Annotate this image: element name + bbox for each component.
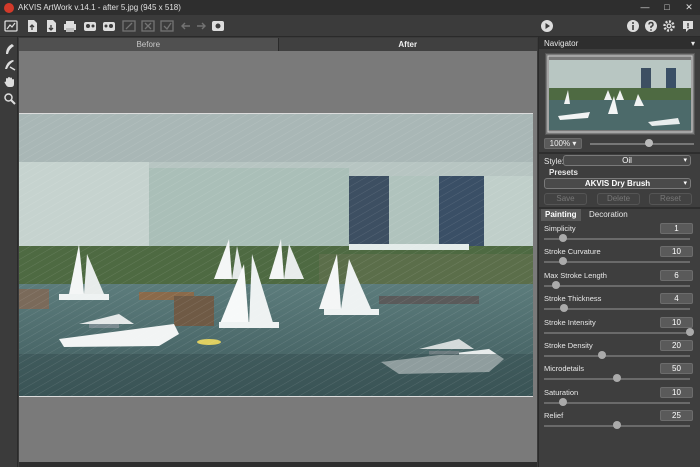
param-stroke-density: Stroke Density 20: [544, 340, 696, 362]
param-label: Stroke Density: [544, 341, 593, 350]
batch-icon[interactable]: [122, 19, 136, 33]
settings-icon[interactable]: [662, 19, 676, 33]
param-relief: Relief 25: [544, 410, 696, 432]
param-slider-knob[interactable]: [686, 327, 694, 336]
help-icon[interactable]: [644, 19, 658, 33]
param-slider-knob[interactable]: [598, 351, 607, 359]
horizontal-scrollbar[interactable]: [19, 462, 537, 467]
title-bar: AKVIS ArtWork v.14.1 - after 5.jpg (945 …: [0, 0, 700, 15]
app-logo-icon: [4, 2, 14, 13]
param-value-field[interactable]: 25: [660, 410, 693, 422]
image-canvas[interactable]: [19, 51, 537, 464]
param-max-stroke-length: Max Stroke Length 6: [544, 269, 696, 292]
param-slider-knob[interactable]: [558, 234, 567, 242]
param-label: Max Stroke Length: [544, 270, 607, 280]
param-value-field[interactable]: 6: [660, 269, 693, 281]
param-stroke-thickness: Stroke Thickness 4: [544, 293, 696, 315]
param-label: Stroke Curvature: [544, 247, 601, 257]
param-slider[interactable]: [544, 355, 690, 357]
style-label: Style:: [544, 157, 565, 166]
settings-tabs: Painting Decoration: [539, 209, 700, 221]
save-preset-button[interactable]: Save: [544, 193, 587, 205]
save-icon[interactable]: [44, 19, 58, 33]
run-icon[interactable]: [540, 19, 554, 33]
view-tabs: Before After: [19, 38, 537, 51]
presets-label: Presets: [549, 168, 578, 177]
param-saturation: Saturation 10: [544, 386, 696, 409]
import-strokes-icon[interactable]: [83, 19, 97, 33]
chevron-down-icon: ▾: [683, 157, 687, 164]
strokes-tool-icon[interactable]: [3, 58, 16, 71]
reset-preset-button[interactable]: Reset: [649, 193, 692, 205]
param-slider-knob[interactable]: [613, 374, 621, 383]
chevron-down-icon: ▾: [683, 180, 687, 187]
param-slider-knob[interactable]: [558, 397, 567, 406]
style-row: Style: Oil ▾: [544, 155, 696, 167]
direction-tool-icon[interactable]: [3, 42, 16, 55]
param-label: Microdetails: [544, 364, 585, 374]
undo-all-icon[interactable]: [141, 19, 155, 33]
divider: [539, 152, 700, 154]
navigator-preview[interactable]: [545, 53, 695, 135]
param-slider-knob[interactable]: [613, 421, 621, 430]
navigator-title: Navigator: [544, 38, 579, 48]
param-label: Saturation: [544, 387, 579, 397]
close-button[interactable]: ✕: [678, 0, 700, 15]
main-toolbar: [0, 15, 700, 37]
param-slider[interactable]: [544, 331, 690, 334]
zoom-control: 100% ▾: [544, 138, 696, 150]
param-label: Stroke Thickness: [544, 294, 602, 304]
navigator-header: Navigator ▾: [539, 37, 700, 49]
preset-dropdown[interactable]: AKVIS Dry Brush ▾: [544, 178, 691, 189]
plugins-icon[interactable]: [211, 19, 225, 33]
hand-icon[interactable]: [3, 75, 16, 88]
param-stroke-intensity: Stroke Intensity 10: [544, 316, 696, 339]
zoom-icon[interactable]: [3, 92, 16, 105]
param-label: Relief: [544, 411, 564, 421]
zoom-slider-knob[interactable]: [645, 139, 653, 147]
param-label: Simplicity: [544, 224, 576, 233]
param-value-field[interactable]: 10: [660, 316, 693, 328]
param-value-field[interactable]: 10: [660, 246, 693, 258]
param-microdetails: Microdetails 50: [544, 363, 696, 385]
info-icon[interactable]: [626, 19, 640, 33]
param-slider-knob[interactable]: [558, 257, 567, 266]
tab-after[interactable]: After: [278, 38, 537, 51]
result-image: [19, 113, 533, 397]
param-slider-knob[interactable]: [551, 280, 560, 289]
open-icon[interactable]: [25, 19, 39, 33]
home-icon[interactable]: [4, 19, 18, 33]
print-icon[interactable]: [63, 19, 77, 33]
zoom-slider[interactable]: [590, 143, 694, 145]
undo-icon[interactable]: [179, 19, 193, 33]
delete-preset-button[interactable]: Delete: [597, 193, 640, 205]
param-label: Stroke Intensity: [544, 317, 596, 327]
tab-decoration[interactable]: Decoration: [585, 209, 632, 221]
redo-all-icon[interactable]: [160, 19, 174, 33]
collapse-icon[interactable]: ▾: [691, 39, 695, 48]
zoom-dropdown[interactable]: 100% ▾: [544, 138, 582, 149]
param-value-field[interactable]: 4: [660, 293, 693, 305]
style-dropdown[interactable]: Oil ▾: [563, 155, 691, 166]
param-stroke-curvature: Stroke Curvature 10: [544, 246, 696, 268]
minimize-button[interactable]: —: [634, 0, 656, 15]
param-slider-knob[interactable]: [560, 304, 569, 313]
param-value-field[interactable]: 20: [660, 340, 693, 351]
window-title: AKVIS ArtWork v.14.1 - after 5.jpg (945 …: [18, 3, 181, 12]
redo-icon[interactable]: [194, 19, 208, 33]
export-strokes-icon[interactable]: [102, 19, 116, 33]
settings-panel: Navigator ▾ 100% ▾ Style: Oil ▾ Presets …: [538, 37, 700, 467]
tab-painting[interactable]: Painting: [541, 209, 581, 221]
param-value-field[interactable]: 10: [660, 386, 693, 398]
maximize-button[interactable]: □: [656, 0, 678, 15]
param-value-field[interactable]: 1: [660, 223, 693, 234]
tab-before[interactable]: Before: [19, 38, 279, 51]
param-slider[interactable]: [544, 284, 690, 287]
param-simplicity: Simplicity 1: [544, 223, 696, 245]
preset-buttons: Save Delete Reset: [544, 193, 696, 205]
param-value-field[interactable]: 50: [660, 363, 693, 375]
tools-panel: [0, 37, 18, 467]
tips-icon[interactable]: [681, 19, 695, 33]
